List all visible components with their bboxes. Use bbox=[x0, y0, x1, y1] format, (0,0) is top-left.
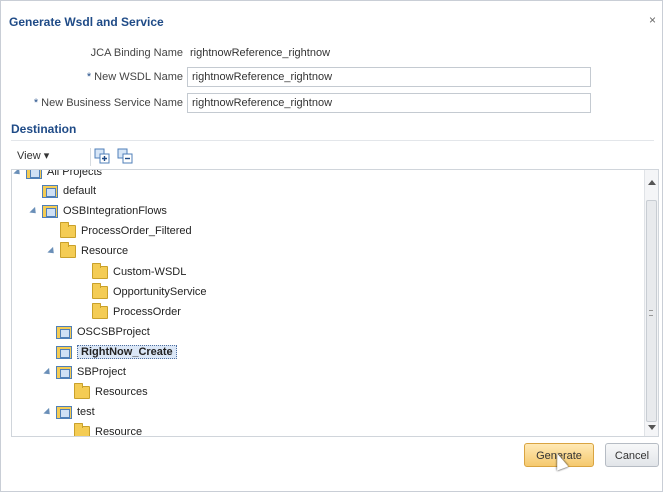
tree-node[interactable]: OSBIntegrationFlows bbox=[29, 201, 167, 221]
tree-node[interactable]: SBProject bbox=[43, 362, 126, 382]
collapse-all-icon[interactable] bbox=[117, 148, 134, 165]
tree-toolbar: View ▾ bbox=[11, 145, 653, 169]
grip-icon bbox=[649, 310, 653, 316]
folder-icon bbox=[92, 262, 108, 279]
tree-node-label: OSBIntegrationFlows bbox=[63, 205, 167, 217]
destination-heading: Destination bbox=[11, 122, 77, 136]
tree-node-label: ProcessOrder bbox=[113, 306, 181, 318]
dialog-title: Generate Wsdl and Service bbox=[9, 15, 164, 29]
tree-node[interactable]: test bbox=[43, 402, 95, 422]
business-service-input[interactable] bbox=[187, 93, 591, 113]
cancel-button[interactable]: Cancel bbox=[605, 443, 659, 467]
tree-node-selected[interactable]: RightNow_Create bbox=[56, 342, 177, 362]
collapse-arrow-icon[interactable] bbox=[47, 246, 57, 256]
tree-node-label: test bbox=[77, 406, 95, 418]
toolbar-divider bbox=[90, 148, 91, 166]
project-icon bbox=[56, 325, 72, 339]
tree-node-label: Custom-WSDL bbox=[113, 266, 187, 278]
folder-icon bbox=[92, 302, 108, 319]
close-icon[interactable]: × bbox=[649, 13, 656, 27]
jca-binding-value: rightnowReference_rightnow bbox=[190, 47, 331, 59]
folder-icon bbox=[60, 241, 76, 258]
wsdl-name-input[interactable] bbox=[187, 67, 591, 87]
tree-node-label: Resource bbox=[95, 426, 143, 437]
project-icon bbox=[42, 184, 58, 198]
tree-node[interactable]: Resource bbox=[74, 422, 143, 437]
wsdl-name-label-text: New WSDL Name bbox=[94, 71, 183, 83]
tree-node[interactable]: ProcessOrder_Filtered bbox=[60, 221, 192, 241]
tree-node-label: ProcessOrder_Filtered bbox=[81, 225, 192, 237]
destination-tree[interactable]: All Projects default OSBIntegrationFlows… bbox=[11, 169, 659, 437]
collapse-arrow-icon[interactable] bbox=[43, 407, 53, 417]
tree-node-label: Resources bbox=[95, 386, 148, 398]
tree-node[interactable]: OpportunityService bbox=[92, 282, 207, 302]
tree-node-label: All Projects bbox=[47, 169, 103, 178]
required-mark: * bbox=[86, 71, 92, 83]
business-service-label: * New Business Service Name bbox=[13, 93, 183, 113]
tree-node[interactable]: ProcessOrder bbox=[92, 302, 181, 322]
tree-node[interactable]: Resources bbox=[74, 382, 148, 402]
tree-node-label: OpportunityService bbox=[113, 286, 207, 298]
scroll-up-icon[interactable] bbox=[648, 180, 656, 185]
required-mark: * bbox=[33, 97, 39, 109]
tree-node[interactable]: Custom-WSDL bbox=[92, 262, 186, 282]
collapse-arrow-icon[interactable] bbox=[29, 206, 39, 216]
tree-node-label: SBProject bbox=[77, 366, 126, 378]
wsdl-name-label: * New WSDL Name bbox=[41, 67, 183, 87]
project-icon bbox=[26, 170, 42, 179]
business-service-label-text: New Business Service Name bbox=[41, 97, 183, 109]
tree-node[interactable]: OSCSBProject bbox=[56, 322, 150, 342]
project-icon bbox=[56, 345, 72, 359]
project-icon bbox=[42, 204, 58, 218]
folder-icon bbox=[60, 221, 76, 238]
tree-node[interactable]: default bbox=[42, 181, 96, 201]
tree-node-label: OSCSBProject bbox=[77, 326, 150, 338]
tree-node-label: Resource bbox=[81, 245, 129, 257]
scroll-down-icon[interactable] bbox=[648, 425, 656, 430]
tree-node[interactable]: Resource bbox=[47, 241, 129, 261]
tree-node-label: default bbox=[63, 185, 97, 197]
tree-node-label: RightNow_Create bbox=[77, 345, 177, 359]
expand-all-icon[interactable] bbox=[94, 148, 111, 165]
jca-binding-label: JCA Binding Name bbox=[90, 47, 183, 59]
section-divider bbox=[11, 140, 654, 141]
collapse-arrow-icon[interactable] bbox=[13, 170, 23, 177]
generate-wsdl-dialog: Generate Wsdl and Service × JCA Binding … bbox=[0, 0, 663, 492]
project-icon bbox=[56, 405, 72, 419]
vertical-scrollbar[interactable] bbox=[644, 170, 658, 436]
folder-icon bbox=[92, 282, 108, 299]
folder-icon bbox=[74, 422, 90, 436]
folder-icon bbox=[74, 382, 90, 399]
view-menu-button[interactable]: View ▾ bbox=[17, 149, 49, 162]
collapse-arrow-icon[interactable] bbox=[43, 367, 53, 377]
project-icon bbox=[56, 365, 72, 379]
